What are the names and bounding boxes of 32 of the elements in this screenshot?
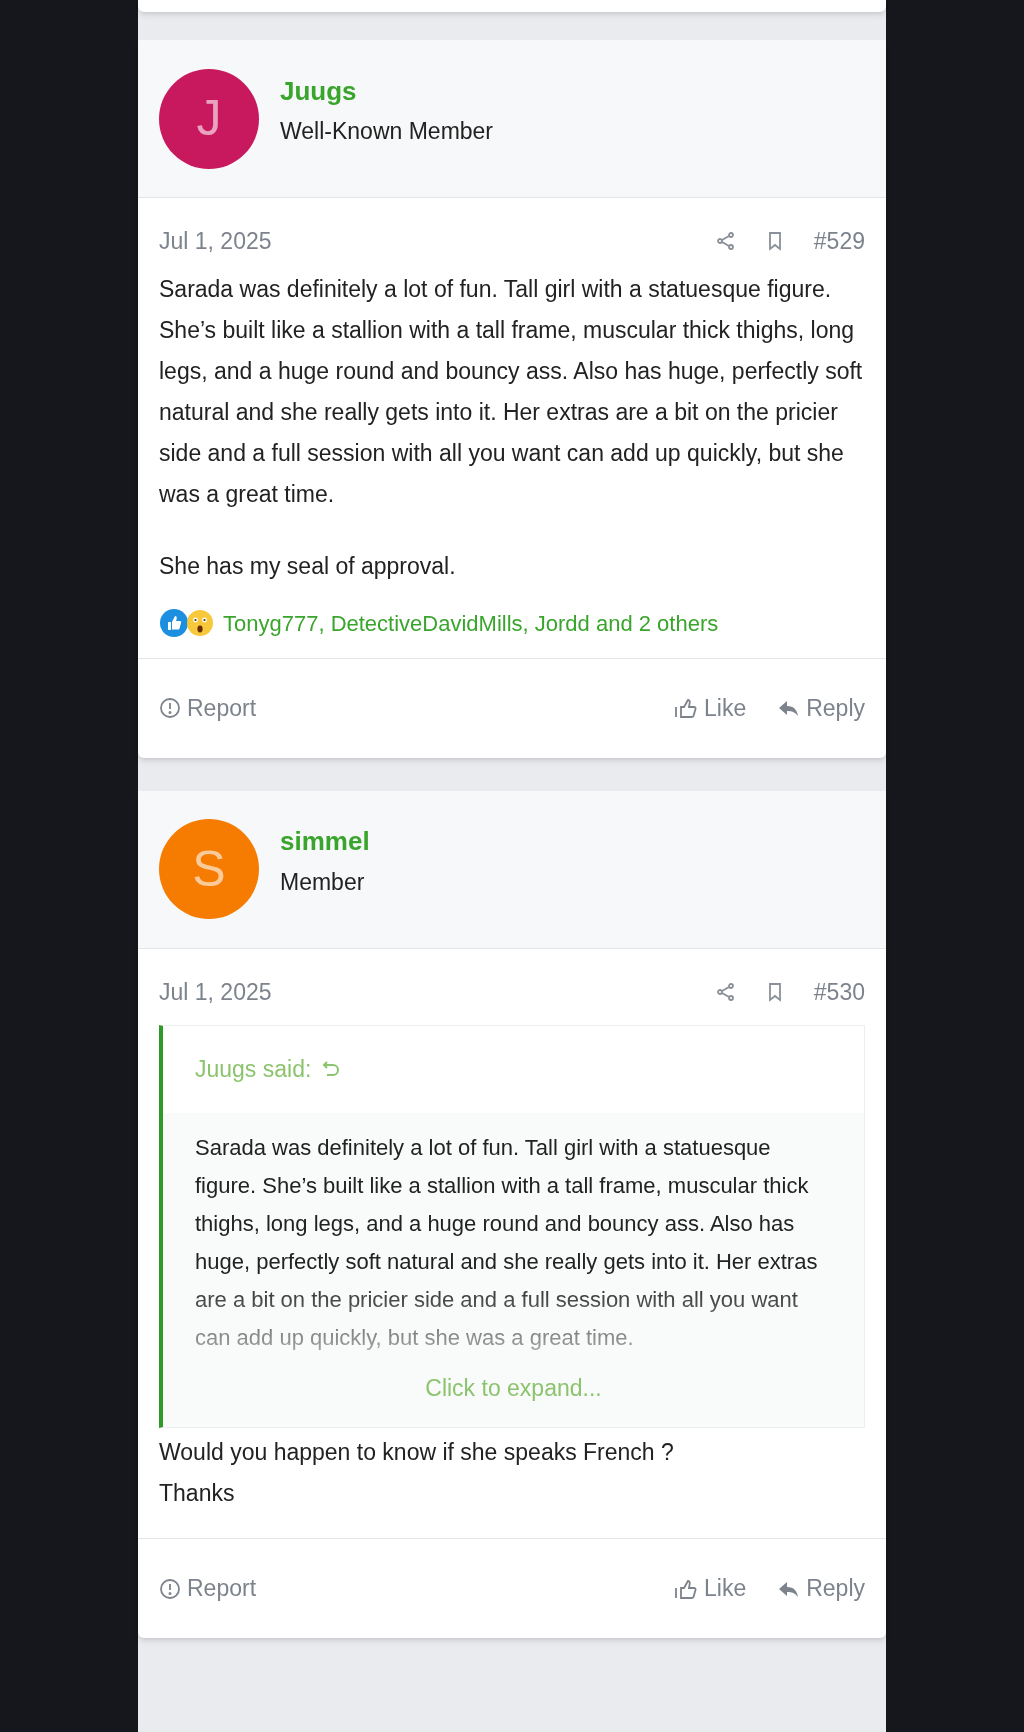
report-link[interactable]: Report: [159, 690, 257, 726]
like-button[interactable]: Like: [674, 1571, 747, 1606]
post-number-link[interactable]: #530: [813, 974, 865, 1009]
post-date: Jul 1, 2025: [159, 227, 272, 256]
wow-reaction-icon: [185, 608, 215, 638]
post-text: Would you happen to know if she speaks French ? Thanks: [159, 1438, 675, 1508]
post-date: Jul 1, 2025: [159, 977, 272, 1007]
reactions-link[interactable]: Tonyg777, DetectiveDavidMills, Jordd and 2 others: [223, 606, 719, 640]
quote-attribution: Juugs said:: [195, 1055, 312, 1084]
like-button[interactable]: Like: [674, 690, 747, 726]
post-text: She has my seal of approval.: [159, 551, 457, 581]
post-number-link[interactable]: #529: [813, 224, 865, 259]
reply-button[interactable]: Reply: [778, 690, 865, 726]
post-text: Sarada was definitely a lot of fun. Tall girl with a statuesque figure. She’s built like a stallion with a tall frame, muscular thick thighs, long legs, and a huge round and bouncy ass. Also has huge, perfectly soft natural and she really gets into it. Her extras are a bit on the pricier side and a full session with all you want can add up quickly, but she was a great time.: [159, 274, 864, 509]
thumbs-up-icon: [674, 1577, 698, 1600]
username-link[interactable]: simmel: [280, 825, 370, 858]
user-title: Member: [280, 867, 366, 897]
reply-arrow-icon: [778, 1579, 801, 1598]
avatar[interactable]: J: [159, 68, 259, 169]
thumbs-up-icon: [674, 697, 698, 719]
username-link[interactable]: Juugs: [280, 74, 494, 108]
report-link[interactable]: Report: [159, 1571, 257, 1606]
like-reaction-icon: [159, 608, 189, 638]
user-title: Well-Known Member: [280, 117, 494, 147]
quote-text: Sarada was definitely a lot of fun. Tall girl with a statuesque figure. She’s built like a stallion with a tall frame, muscular thick thighs, long legs, and a huge round and bouncy ass. Also has huge, perfectly soft natural and she really gets into it. Her extras are a bit on the pricier side and a full session with all you want can add up quickly, but she was a great time.: [194, 1133, 819, 1352]
report-icon: [159, 697, 181, 719]
share-icon[interactable]: [715, 231, 736, 252]
share-icon[interactable]: [715, 981, 736, 1002]
reply-button[interactable]: Reply: [778, 1571, 865, 1606]
report-icon: [159, 1577, 181, 1600]
expand-link[interactable]: Click to expand...: [425, 1356, 602, 1419]
reply-arrow-icon: [778, 699, 801, 717]
